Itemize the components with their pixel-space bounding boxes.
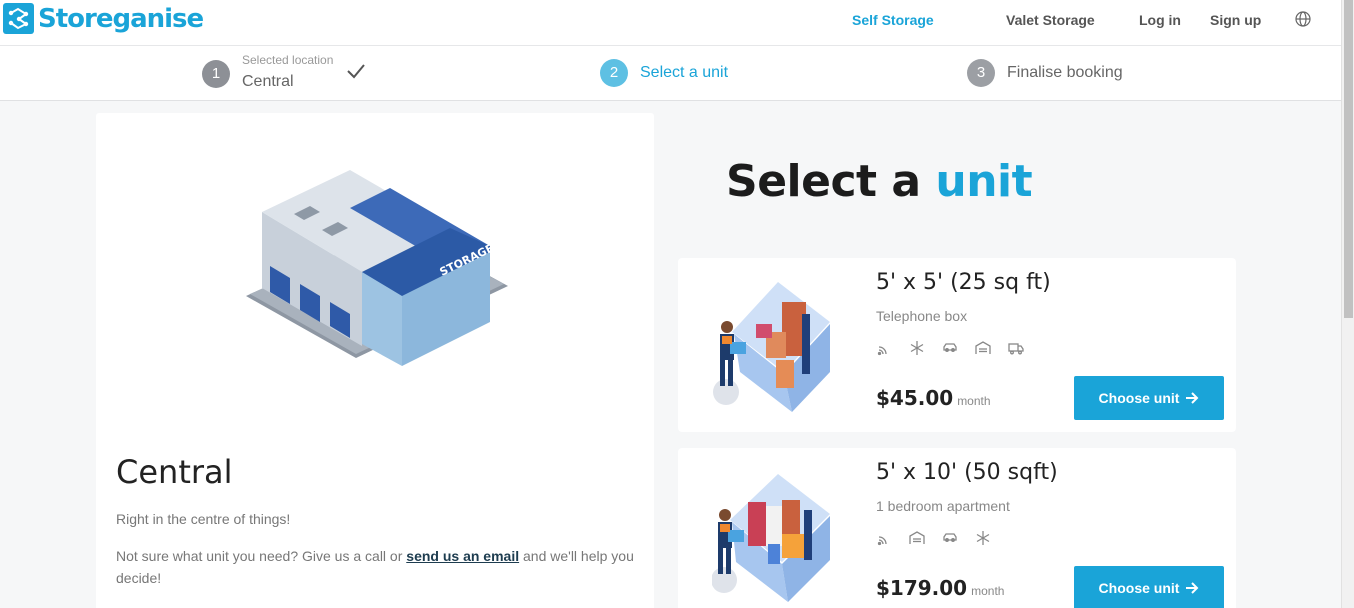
location-description: Right in the centre of things! bbox=[116, 511, 291, 527]
logo-icon bbox=[3, 3, 34, 34]
step-3-number: 3 bbox=[967, 59, 995, 87]
send-email-link[interactable]: send us an email bbox=[406, 548, 519, 564]
nav-valet-storage[interactable]: Valet Storage bbox=[1006, 12, 1095, 28]
snowflake-icon bbox=[910, 341, 924, 355]
unit-illustration bbox=[712, 272, 832, 417]
location-more-text: ... bbox=[116, 601, 128, 608]
page-title-accent: unit bbox=[935, 156, 1033, 207]
nav-login[interactable]: Log in bbox=[1139, 12, 1181, 28]
brand-logo[interactable]: Storeganise bbox=[3, 3, 204, 34]
location-name: Central bbox=[116, 453, 233, 491]
location-card: STORAGE Central Right in the centre of t… bbox=[96, 113, 654, 608]
unit-card: 5' x 5' (25 sq ft) Telephone box $45.00 m… bbox=[678, 258, 1236, 432]
choose-unit-button[interactable]: Choose unit bbox=[1074, 376, 1224, 420]
garage-icon bbox=[975, 341, 991, 354]
globe-icon[interactable] bbox=[1295, 11, 1311, 32]
unit-card: 5' x 10' (50 sqft) 1 bedroom apartment $… bbox=[678, 448, 1236, 608]
unit-description: 1 bedroom apartment bbox=[876, 498, 1010, 514]
nav-signup[interactable]: Sign up bbox=[1210, 12, 1261, 28]
car-icon bbox=[943, 533, 957, 542]
unit-price-value: $45.00 bbox=[876, 386, 954, 410]
step-1-number[interactable]: 1 bbox=[202, 60, 230, 88]
step-2-label: Select a unit bbox=[640, 64, 729, 81]
top-navigation: Storeganise Self Storage Valet Storage L… bbox=[0, 0, 1341, 46]
snowflake-icon bbox=[976, 531, 990, 545]
unit-size: 5' x 5' (25 sq ft) bbox=[876, 270, 1051, 295]
location-help-text: Not sure what unit you need? Give us a c… bbox=[116, 545, 636, 589]
brand-name: Storeganise bbox=[38, 3, 204, 34]
wifi-icon bbox=[877, 346, 887, 356]
help-text-prefix: Not sure what unit you need? Give us a c… bbox=[116, 548, 407, 564]
truck-icon bbox=[1008, 343, 1024, 355]
unit-features bbox=[876, 530, 991, 546]
choose-unit-label: Choose unit bbox=[1098, 580, 1180, 596]
scrollbar-thumb[interactable] bbox=[1344, 0, 1353, 318]
booking-stepper: 1 Selected location Central 2 Select a u… bbox=[0, 46, 1341, 101]
page-title: Select a unit bbox=[726, 156, 1033, 207]
choose-unit-label: Choose unit bbox=[1098, 390, 1180, 406]
unit-price-period: month bbox=[957, 394, 991, 408]
car-icon bbox=[943, 343, 957, 352]
step-1-label[interactable]: Central bbox=[242, 73, 294, 91]
unit-price-value: $179.00 bbox=[876, 576, 968, 600]
step-3-label: Finalise booking bbox=[1007, 64, 1123, 81]
unit-price: $179.00 month bbox=[876, 576, 1004, 600]
nav-self-storage[interactable]: Self Storage bbox=[852, 12, 934, 28]
garage-icon bbox=[909, 531, 925, 544]
unit-features bbox=[876, 340, 1024, 356]
storage-building-illustration: STORAGE bbox=[246, 168, 508, 403]
unit-size: 5' x 10' (50 sqft) bbox=[876, 460, 1058, 485]
wifi-icon bbox=[877, 536, 887, 546]
checkmark-icon bbox=[346, 63, 366, 84]
page-title-prefix: Select a bbox=[726, 156, 936, 207]
choose-unit-button[interactable]: Choose unit bbox=[1074, 566, 1224, 608]
step-1-small-label: Selected location bbox=[242, 53, 334, 67]
unit-illustration bbox=[711, 462, 832, 607]
unit-price: $45.00 month bbox=[876, 386, 991, 410]
page-scrollbar[interactable] bbox=[1341, 0, 1354, 608]
unit-description: Telephone box bbox=[876, 308, 968, 324]
step-2-number: 2 bbox=[600, 59, 628, 87]
arrow-right-icon bbox=[1186, 392, 1199, 404]
unit-price-period: month bbox=[971, 584, 1005, 598]
arrow-right-icon bbox=[1186, 582, 1199, 594]
